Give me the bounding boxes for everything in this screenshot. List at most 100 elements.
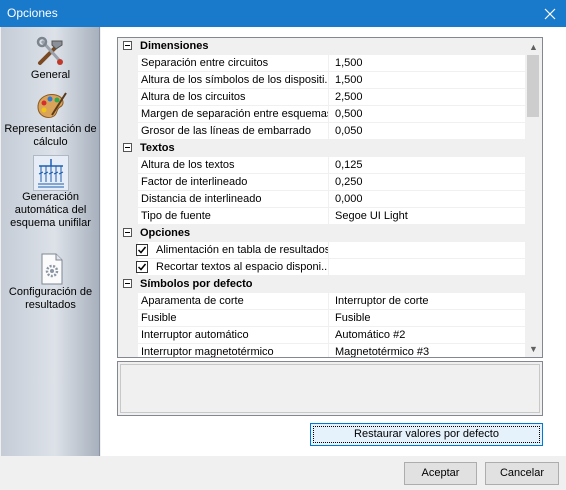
sidebar-item-label: Configuración de resultados: [8, 286, 93, 311]
property-rows: Dimensiones Separación entre circuitos 1,5…: [118, 38, 527, 357]
row-gutter: [118, 242, 138, 259]
property-row[interactable]: Altura de los circuitos 2,500: [118, 89, 527, 106]
row-gutter: [118, 259, 138, 276]
property-name: Altura de los circuitos: [139, 89, 329, 105]
property-name: Aparamenta de corte: [139, 293, 329, 309]
property-value[interactable]: Interruptor de corte: [330, 293, 527, 309]
property-name: Factor de interlineado: [139, 174, 329, 190]
sidebar-item-configuracion[interactable]: Configuración de resultados: [1, 252, 100, 312]
row-gutter: [118, 89, 138, 106]
sidebar-item-label: Generación automática del esquema unifil…: [10, 191, 91, 229]
row-gutter: [118, 174, 138, 191]
sidebar-item-general[interactable]: General: [1, 35, 100, 82]
settings-document-icon: [41, 253, 62, 285]
category-name: Opciones: [140, 227, 191, 239]
property-grid[interactable]: Dimensiones Separación entre circuitos 1,5…: [117, 37, 543, 358]
restore-defaults-button[interactable]: Restaurar valores por defecto: [310, 423, 543, 446]
property-value[interactable]: Automático #2: [330, 327, 527, 343]
property-row[interactable]: Altura de los símbolos de los dispositi.…: [118, 72, 527, 89]
property-value[interactable]: [330, 242, 527, 258]
property-name: Tipo de fuente: [139, 208, 329, 224]
property-value[interactable]: 2,500: [330, 89, 527, 105]
sidebar-item-generacion[interactable]: Generación automática del esquema unifil…: [1, 155, 100, 230]
property-name: Fusible: [139, 310, 329, 326]
description-text-area: [120, 364, 540, 413]
row-gutter: [118, 72, 138, 89]
property-name: Recortar textos al espacio disponi...: [139, 259, 329, 275]
property-value[interactable]: 0,250: [330, 174, 527, 190]
row-gutter: [118, 191, 138, 208]
sidebar: General Representación de cálculo Genera…: [1, 27, 100, 456]
row-gutter: [118, 55, 138, 72]
cancel-button[interactable]: Cancelar: [485, 462, 559, 485]
property-value[interactable]: Magnetotérmico #3: [330, 344, 527, 357]
property-row[interactable]: Grosor de las líneas de embarrado 0,050: [118, 123, 527, 140]
chevron-down-icon: ▼: [529, 343, 538, 354]
property-value[interactable]: Segoe UI Light: [330, 208, 527, 224]
collapse-toggle-icon[interactable]: [123, 228, 132, 237]
property-row[interactable]: Alimentación en tabla de resultados: [118, 242, 527, 259]
property-row[interactable]: Tipo de fuente Segoe UI Light: [118, 208, 527, 225]
row-gutter: [118, 123, 138, 140]
category-header[interactable]: Símbolos por defecto: [118, 276, 527, 293]
collapse-toggle-icon[interactable]: [123, 143, 132, 152]
row-gutter: [118, 106, 138, 123]
schematic-icon: [37, 159, 64, 188]
category-header[interactable]: Textos: [118, 140, 527, 157]
property-name: Alimentación en tabla de resultados: [139, 242, 329, 258]
property-name: Separación entre circuitos: [139, 55, 329, 71]
property-row[interactable]: Distancia de interlineado 0,000: [118, 191, 527, 208]
close-button[interactable]: [534, 0, 566, 27]
sidebar-item-representacion[interactable]: Representación de cálculo: [1, 89, 100, 149]
scroll-down-button[interactable]: ▼: [525, 340, 542, 357]
selected-item-frame: [32, 155, 69, 191]
property-row[interactable]: Interruptor magnetotérmico Magnetotérmico…: [118, 344, 527, 357]
category-name: Símbolos por defecto: [140, 278, 253, 290]
property-row[interactable]: Recortar textos al espacio disponi...: [118, 259, 527, 276]
category-name: Dimensiones: [140, 40, 209, 52]
category-header[interactable]: Opciones: [118, 225, 527, 242]
property-row[interactable]: Altura de los textos 0,125: [118, 157, 527, 174]
accept-button[interactable]: Aceptar: [404, 462, 477, 485]
property-value[interactable]: 0,500: [330, 106, 527, 122]
sidebar-item-label: Representación de cálculo: [4, 123, 97, 148]
property-row[interactable]: Factor de interlineado 0,250: [118, 174, 527, 191]
scroll-thumb[interactable]: [527, 55, 539, 117]
property-value[interactable]: 0,050: [330, 123, 527, 139]
collapse-toggle-icon[interactable]: [123, 279, 132, 288]
row-gutter: [118, 208, 138, 225]
row-gutter: [118, 293, 138, 310]
row-gutter: [118, 344, 138, 357]
chevron-up-icon: ▲: [529, 41, 538, 52]
property-name: Distancia de interlineado: [139, 191, 329, 207]
title-bar: Opciones: [0, 0, 566, 27]
property-name: Interruptor automático: [139, 327, 329, 343]
property-name: Margen de separación entre esquemas:: [141, 106, 329, 122]
sidebar-item-label: General: [30, 69, 71, 81]
property-row[interactable]: Fusible Fusible: [118, 310, 527, 327]
property-row[interactable]: Interruptor automático Automático #2: [118, 327, 527, 344]
property-row[interactable]: Aparamenta de corte Interruptor de corte: [118, 293, 527, 310]
vertical-scrollbar[interactable]: ▲ ▼: [525, 38, 542, 357]
property-value[interactable]: [330, 259, 527, 275]
property-name: Grosor de las líneas de embarrado: [139, 123, 329, 139]
row-gutter: [118, 157, 138, 174]
scroll-up-button[interactable]: ▲: [525, 38, 542, 55]
property-value[interactable]: 0,000: [330, 191, 527, 207]
property-name: Interruptor magnetotérmico: [139, 344, 329, 357]
property-value[interactable]: 0,125: [330, 157, 527, 173]
property-value[interactable]: Fusible: [330, 310, 527, 326]
category-name: Textos: [140, 142, 175, 154]
tools-icon: [36, 36, 63, 65]
category-header[interactable]: Dimensiones: [118, 38, 527, 55]
property-value[interactable]: 1,500: [330, 72, 527, 88]
row-gutter: [118, 327, 138, 344]
property-row[interactable]: Separación entre circuitos 1,500: [118, 55, 527, 72]
close-icon: [544, 8, 556, 19]
collapse-toggle-icon[interactable]: [123, 41, 132, 50]
description-panel: [117, 361, 543, 416]
property-row[interactable]: Margen de separación entre esquemas: 0,50…: [118, 106, 527, 123]
property-value[interactable]: 1,500: [330, 55, 527, 71]
window-title: Opciones: [7, 6, 58, 20]
row-gutter: [118, 310, 138, 327]
